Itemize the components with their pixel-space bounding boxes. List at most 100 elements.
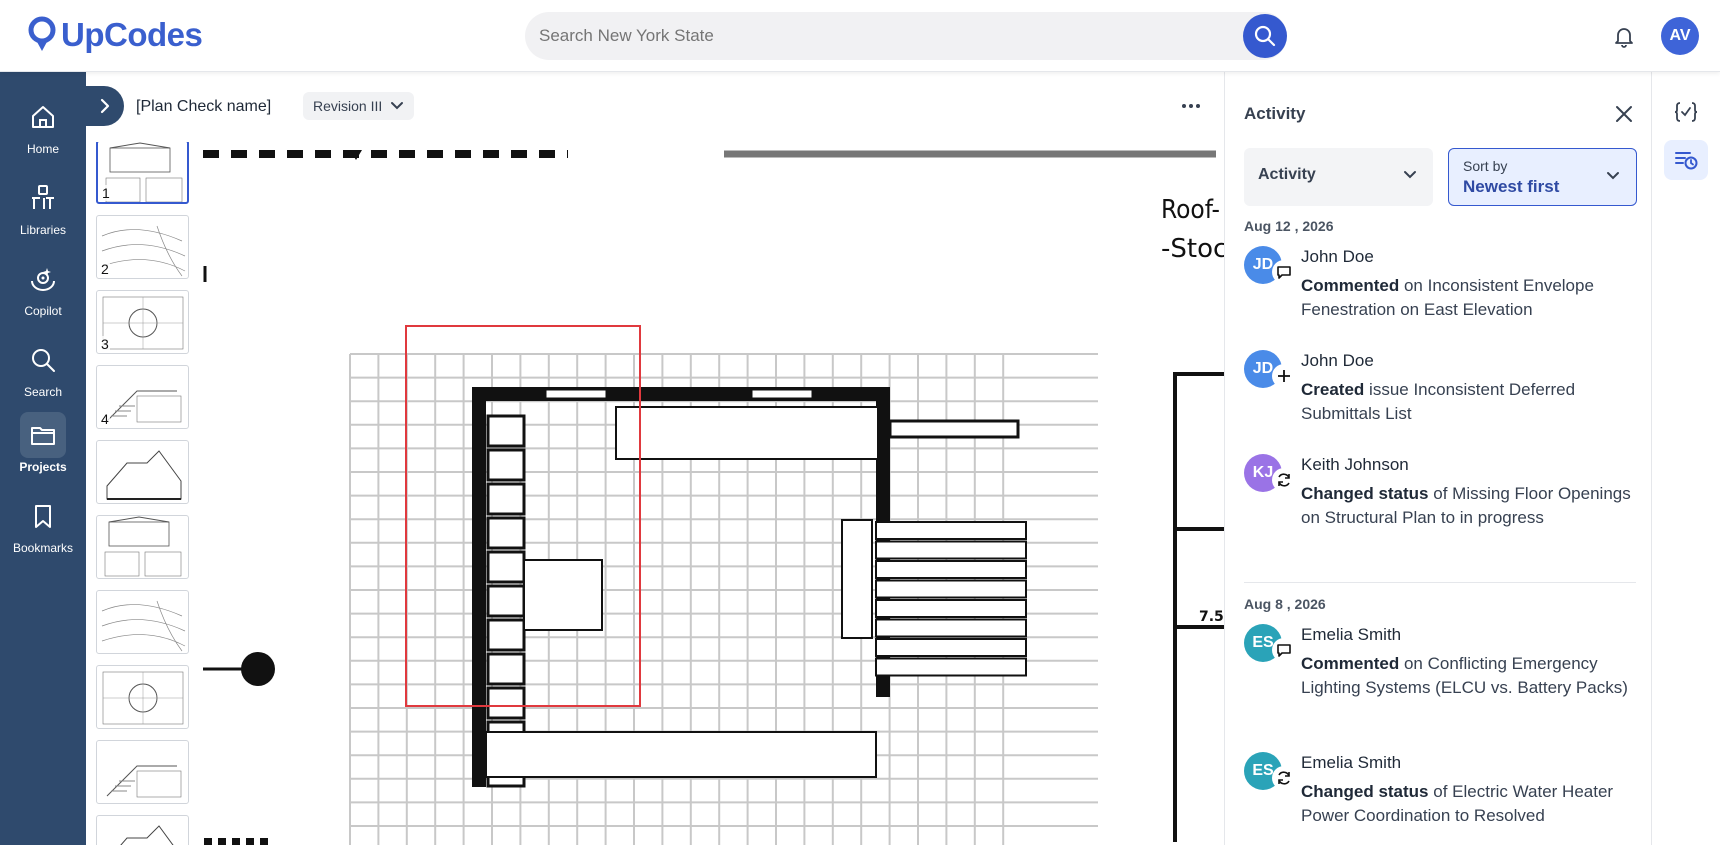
sort-value: Newest first [1463, 177, 1560, 196]
expand-panel-button[interactable] [86, 86, 124, 126]
activity-action: Commented [1301, 276, 1400, 295]
thumbnail-preview [104, 516, 182, 577]
nav-label-home: Home [26, 142, 59, 156]
activity-panel: Activity Activity Sort by Newest first A… [1224, 72, 1652, 845]
group-divider [1244, 582, 1636, 583]
floor-plan-drawing: Roof- -Stoc 7.5 [203, 150, 1224, 845]
drawing-dimension: 7.5 [1199, 609, 1224, 625]
nav-item-libraries[interactable]: Libraries [0, 173, 86, 247]
sort-label: Sort by [1463, 158, 1508, 174]
chevron-right-icon [100, 98, 110, 114]
stair-tread [486, 584, 526, 618]
stair-tread [875, 521, 1027, 540]
plan-check-name: [Plan Check name] [136, 98, 272, 115]
page-thumbnail[interactable] [96, 515, 189, 579]
activity-user-name: John Doe [1301, 351, 1374, 370]
stair-tread [875, 618, 1027, 638]
activity-history-button[interactable] [1664, 140, 1708, 180]
revision-label: Revision III [313, 98, 383, 114]
page-thumbnail[interactable] [96, 665, 189, 729]
activity-description: Changed status of Electric Water Heater … [1301, 780, 1631, 828]
more-dot [1189, 104, 1193, 108]
page-thumbnails: 1 2 3 4 [86, 142, 200, 845]
page-thumbnail[interactable] [96, 440, 189, 504]
home-icon [20, 94, 66, 140]
user-avatar[interactable]: AV [1661, 17, 1699, 55]
logo-text: UpCodes [61, 16, 203, 53]
upcodes-logo[interactable]: UpCodes [27, 16, 203, 54]
chevron-down-icon [391, 102, 404, 110]
stair-tread [486, 414, 526, 448]
notifications-bell-icon[interactable] [1612, 24, 1636, 48]
stair-tread [875, 579, 1027, 599]
search-button[interactable] [1243, 14, 1287, 58]
plan-toolbar: [Plan Check name] Revision III [86, 72, 1224, 142]
page-thumbnail[interactable]: 1 [96, 142, 189, 204]
thumbnail-preview [106, 450, 182, 500]
thumbnail-preview [101, 225, 186, 277]
page-thumbnail[interactable]: 2 [96, 215, 189, 279]
nav-item-home[interactable]: Home [0, 92, 86, 166]
more-options-button[interactable] [1178, 94, 1204, 118]
activity-action: Created [1301, 380, 1365, 399]
app: UpCodes AV Home [0, 0, 1720, 845]
activity-description: Created issue Inconsistent Deferred Subm… [1301, 378, 1631, 426]
drawing-title-line1: Roof- [1161, 195, 1220, 225]
nav-item-projects[interactable]: Projects [0, 410, 86, 484]
thumbnail-preview [106, 390, 182, 423]
stair-tread [875, 657, 1027, 677]
nav-item-copilot[interactable]: Copilot [0, 254, 86, 328]
stair-tread [875, 540, 1027, 560]
plan-drawing-canvas[interactable]: Roof- -Stoc 7.5 [200, 142, 1224, 845]
refresh-icon [1272, 468, 1296, 492]
thumbnail-preview [102, 671, 184, 725]
search-input[interactable] [539, 12, 1219, 60]
libraries-icon [20, 175, 66, 221]
chevron-down-icon [1404, 171, 1416, 179]
code-check-button[interactable] [1664, 92, 1708, 132]
stair-tread [875, 599, 1027, 618]
stair-tread [486, 448, 526, 482]
stair-tread [486, 516, 526, 550]
nav-item-bookmarks[interactable]: Bookmarks [0, 491, 86, 565]
thumbnail-number: 3 [100, 336, 110, 352]
stair-tread [486, 686, 526, 720]
activity-description: Changed status of Missing Floor Openings… [1301, 482, 1631, 530]
page-thumbnail[interactable]: 4 [96, 365, 189, 429]
plus-icon [1272, 364, 1296, 388]
sort-select[interactable]: Sort by Newest first [1448, 148, 1637, 206]
activity-user-name: Emelia Smith [1301, 625, 1402, 644]
thumbnail-number: 2 [100, 261, 110, 277]
stair-tread [486, 618, 526, 652]
activity-user-name: Emelia Smith [1301, 753, 1402, 772]
thumbnail-preview [120, 825, 174, 845]
activity-description: Commented on Conflicting Emergency Light… [1301, 652, 1631, 700]
thumbnail-number: 1 [101, 185, 111, 201]
refresh-icon [1272, 766, 1296, 790]
code-check-icon [1674, 102, 1698, 122]
page-thumbnail[interactable]: 3 [96, 290, 189, 354]
copilot-icon [20, 256, 66, 302]
stair-tread [875, 560, 1027, 579]
activity-user-name: John Doe [1301, 247, 1374, 266]
activity-date: Aug 8 , 2026 [1244, 596, 1326, 612]
nav-item-search[interactable]: Search [0, 335, 86, 409]
history-icon [1675, 152, 1698, 170]
activity-filter-select[interactable]: Activity [1244, 148, 1433, 206]
more-dot [1196, 104, 1200, 108]
activity-action: Commented [1301, 654, 1400, 673]
close-icon[interactable] [1614, 104, 1634, 124]
stair-tread [486, 652, 526, 686]
thumbnail-preview [106, 765, 182, 798]
activity-action: Changed status [1301, 782, 1429, 801]
drawing-title-line2: -Stoc [1161, 234, 1224, 264]
page-thumbnail[interactable] [96, 815, 189, 845]
revision-dropdown[interactable]: Revision III [303, 92, 415, 120]
page-thumbnail[interactable] [96, 590, 189, 654]
stair-tread [875, 638, 1027, 657]
stair-tread [486, 550, 526, 584]
nav-label-search: Search [23, 385, 63, 399]
page-thumbnail[interactable] [96, 740, 189, 804]
logo-pin-icon [28, 16, 56, 51]
nav-label-bookmarks: Bookmarks [12, 541, 74, 555]
